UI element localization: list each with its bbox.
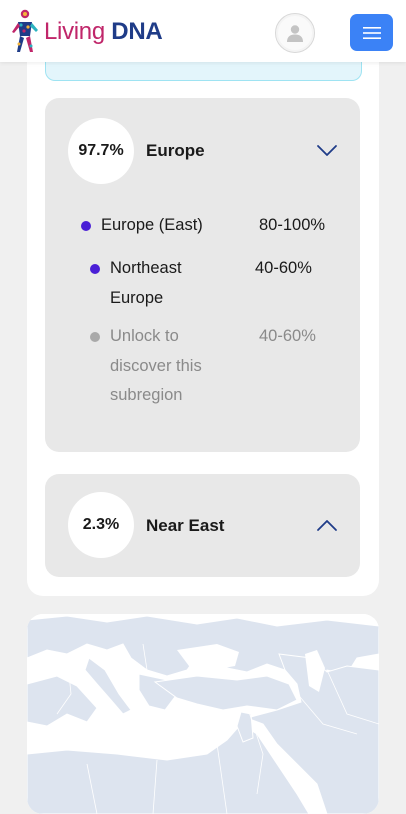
locked-subregion-line: Unlock to — [110, 327, 179, 345]
subregion-name: Northeast Europe — [110, 254, 182, 313]
menu-button[interactable] — [350, 14, 393, 51]
app-header: Living DNA — [0, 0, 406, 62]
logo-word-dna: DNA — [111, 18, 163, 45]
region-name[interactable]: Near East — [146, 516, 224, 536]
subregion-dot — [81, 221, 91, 231]
locked-subregion-line: subregion — [110, 386, 183, 404]
subregion-dot-locked — [90, 332, 100, 342]
chevron-up-icon[interactable] — [316, 518, 338, 532]
subregion-name-line: Northeast — [110, 259, 182, 277]
living-dna-logo[interactable]: Living DNA — [10, 8, 163, 56]
chevron-down-icon[interactable] — [316, 144, 338, 158]
user-icon — [287, 25, 303, 42]
regional-map[interactable] — [27, 614, 379, 814]
region-percentage-badge: 2.3% — [68, 492, 134, 558]
locked-subregion-name[interactable]: Unlock to discover this subregion — [110, 322, 202, 411]
account-avatar-button[interactable] — [275, 13, 315, 53]
subregion-name: Europe (East) — [101, 216, 203, 234]
subregion-dot — [90, 264, 100, 274]
subregion-name-line: Europe — [110, 288, 164, 307]
subregion-range: 80-100% — [259, 216, 326, 234]
logo-word-living: Living — [44, 18, 105, 45]
logo-wordmark: Living DNA — [44, 18, 163, 45]
region-name[interactable]: Europe — [146, 141, 205, 161]
locked-subregion-line: discover this — [110, 356, 202, 375]
hamburger-menu-icon — [362, 26, 381, 39]
region-percentage-badge: 97.7% — [68, 118, 134, 184]
subregion-range: 40-60% — [259, 327, 316, 345]
map-illustration — [27, 614, 379, 814]
subregion-range: 40-60% — [255, 259, 312, 277]
logo-figure-icon — [12, 9, 38, 52]
